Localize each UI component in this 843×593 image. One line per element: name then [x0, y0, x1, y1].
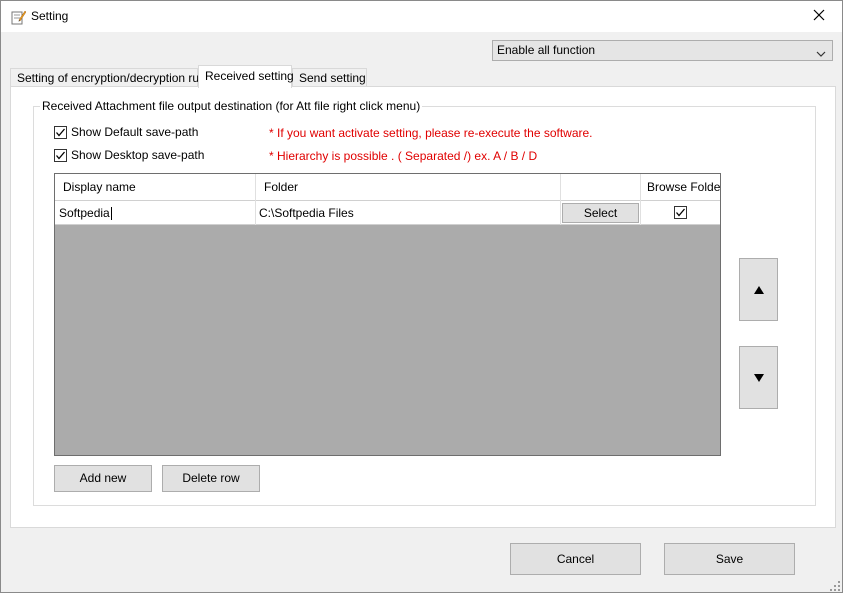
move-down-button[interactable]	[739, 346, 778, 409]
show-default-label: Show Default save-path	[71, 125, 199, 139]
checkmark-icon	[56, 151, 65, 160]
select-folder-button[interactable]: Select	[562, 203, 639, 223]
tab-received-setting[interactable]: Received setting	[198, 65, 294, 88]
column-select	[561, 174, 641, 201]
add-new-button[interactable]: Add new	[54, 465, 152, 492]
output-destination-group: Received Attachment file output destinat…	[33, 99, 816, 506]
show-desktop-save-path-checkbox[interactable]: Show Desktop save-path	[54, 147, 204, 163]
function-mode-select[interactable]: Enable all function	[492, 40, 833, 61]
column-folder[interactable]: Folder	[256, 174, 561, 201]
restart-note: * If you want activate setting, please r…	[269, 126, 593, 140]
text-caret	[110, 207, 112, 221]
grid-header: Display name Folder Browse Folder	[55, 174, 720, 201]
save-button[interactable]: Save	[664, 543, 795, 575]
destinations-grid: Display name Folder Browse Folder Softpe…	[54, 173, 721, 456]
column-display-name[interactable]: Display name	[55, 174, 256, 201]
show-default-save-path-checkbox[interactable]: Show Default save-path	[54, 124, 198, 140]
browse-folder-checkbox[interactable]	[674, 206, 687, 219]
window-title: Setting	[31, 9, 69, 23]
chevron-down-icon	[816, 46, 826, 57]
display-name-cell[interactable]: Softpedia	[55, 201, 256, 225]
tab-encryption-rules[interactable]: Setting of encryption/decryption rules	[10, 68, 214, 87]
resize-grip-icon[interactable]	[830, 580, 840, 591]
checkmark-icon	[56, 128, 65, 137]
table-row[interactable]: Softpedia C:\Softpedia Files Select	[55, 201, 720, 225]
show-desktop-label: Show Desktop save-path	[71, 148, 205, 162]
folder-cell[interactable]: C:\Softpedia Files	[256, 201, 561, 225]
column-browse-folder[interactable]: Browse Folder	[641, 174, 720, 201]
move-up-button[interactable]	[739, 258, 778, 321]
cancel-button[interactable]: Cancel	[510, 543, 641, 575]
close-icon	[813, 9, 825, 24]
checkmark-icon	[676, 208, 685, 217]
close-button[interactable]	[796, 1, 842, 32]
hierarchy-note: * Hierarchy is possible . ( Separated /)…	[269, 149, 538, 163]
title-bar: Setting	[1, 1, 842, 32]
display-name-value: Softpedia	[59, 206, 110, 220]
triangle-up-icon	[753, 285, 764, 294]
delete-row-button[interactable]: Delete row	[162, 465, 260, 492]
function-mode-value: Enable all function	[497, 43, 596, 57]
tab-send-setting[interactable]: Send setting	[292, 68, 367, 87]
pencil-paper-icon	[10, 9, 27, 25]
settings-window: Setting Enable all function Setting of e…	[0, 0, 843, 593]
tab-panel-received: Received Attachment file output destinat…	[10, 86, 836, 528]
checkbox-box[interactable]	[54, 125, 67, 139]
group-title: Received Attachment file output destinat…	[40, 99, 423, 113]
triangle-down-icon	[753, 373, 764, 382]
checkbox-box[interactable]	[54, 148, 67, 162]
